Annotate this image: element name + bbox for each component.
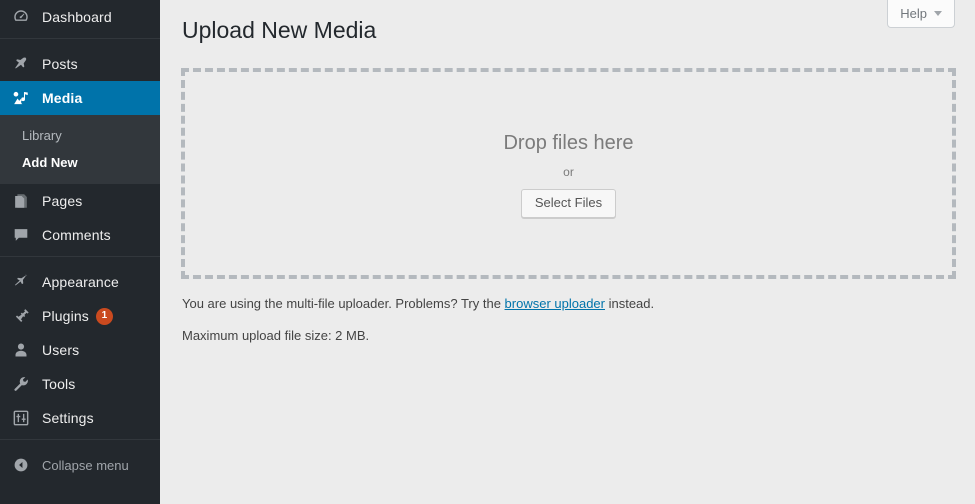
page-title: Upload New Media — [182, 17, 377, 43]
sidebar-item-label: Users — [42, 342, 80, 358]
brush-icon — [11, 272, 31, 292]
sidebar-item-media[interactable]: Media — [0, 81, 168, 115]
pages-icon — [11, 191, 31, 211]
dashboard-icon — [11, 7, 31, 27]
sidebar-item-label: Media — [42, 90, 83, 106]
help-tab-label: Help — [900, 5, 927, 21]
wordpress-admin-screen: Dashboard Posts Media Library Add New Pa… — [0, 0, 975, 504]
wrench-icon — [11, 374, 31, 394]
sidebar-item-posts[interactable]: Posts — [0, 47, 160, 81]
dropzone-title: Drop files here — [503, 131, 634, 154]
sidebar-item-label: Tools — [42, 376, 76, 392]
collapse-menu-button[interactable]: Collapse menu — [0, 448, 160, 482]
multifile-uploader-note: You are using the multi-file uploader. P… — [182, 295, 654, 312]
pin-icon — [11, 54, 31, 74]
sliders-icon — [11, 408, 31, 428]
sidebar-item-dashboard[interactable]: Dashboard — [0, 0, 160, 34]
media-icon — [11, 88, 31, 108]
sidebar-item-comments[interactable]: Comments — [0, 218, 160, 252]
browser-uploader-link[interactable]: browser uploader — [505, 296, 605, 311]
media-submenu: Library Add New — [0, 115, 160, 184]
sidebar-separator — [0, 38, 160, 47]
dropzone-or-text: or — [563, 164, 574, 179]
sidebar-item-label: Pages — [42, 193, 83, 209]
collapse-menu-label: Collapse menu — [42, 457, 129, 473]
help-tab-button[interactable]: Help — [887, 0, 955, 28]
help-tab-container: Help — [887, 0, 955, 28]
admin-sidebar: Dashboard Posts Media Library Add New Pa… — [0, 0, 168, 504]
sidebar-item-label: Comments — [42, 227, 111, 243]
sidebar-item-label: Plugins — [42, 308, 89, 324]
plugins-update-badge: 1 — [95, 307, 113, 325]
sidebar-item-label: Settings — [42, 410, 94, 426]
file-dropzone[interactable]: Drop files here or Select Files — [181, 68, 956, 279]
sidebar-item-users[interactable]: Users — [0, 333, 160, 367]
submenu-item-library[interactable]: Library — [0, 122, 160, 149]
active-menu-arrow — [160, 90, 168, 106]
arrow-left-circle-icon — [11, 455, 31, 475]
uploader-note-suffix: instead. — [604, 296, 655, 311]
sidebar-item-label: Appearance — [42, 274, 119, 290]
sidebar-item-appearance[interactable]: Appearance — [0, 265, 160, 299]
sidebar-separator — [0, 256, 160, 265]
sidebar-item-pages[interactable]: Pages — [0, 184, 160, 218]
sidebar-item-settings[interactable]: Settings — [0, 401, 160, 435]
select-files-button[interactable]: Select Files — [520, 188, 617, 218]
sidebar-item-label: Posts — [42, 56, 78, 72]
chevron-down-icon — [934, 11, 942, 16]
sidebar-item-label: Dashboard — [42, 9, 112, 25]
user-icon — [11, 340, 31, 360]
plug-icon — [11, 306, 31, 326]
max-upload-size-note: Maximum upload file size: 2 MB. — [182, 328, 370, 343]
uploader-note-prefix: You are using the multi-file uploader. P… — [182, 296, 505, 311]
sidebar-item-tools[interactable]: Tools — [0, 367, 160, 401]
sidebar-separator — [0, 439, 160, 448]
submenu-item-add-new[interactable]: Add New — [0, 149, 160, 176]
comment-icon — [11, 225, 31, 245]
main-content: Help Upload New Media Drop files here or… — [160, 0, 975, 504]
sidebar-item-plugins[interactable]: Plugins 1 — [0, 299, 160, 333]
